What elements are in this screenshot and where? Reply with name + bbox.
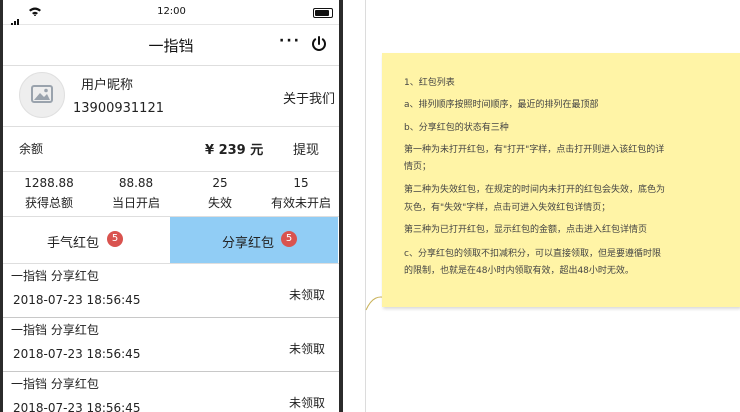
balance-label: 余额 bbox=[19, 142, 44, 156]
list-item[interactable]: 一指铛 分享红包 2018-07-23 18:56:45 未领取 bbox=[3, 264, 339, 318]
status-bar: 12:00 bbox=[0, 0, 343, 28]
list-item[interactable]: 一指铛 分享红包 2018-07-23 18:56:45 未领取 bbox=[3, 318, 339, 372]
count-badge: 5 bbox=[281, 231, 297, 247]
tab-label: 手气红包 bbox=[47, 236, 100, 251]
tab-lucky-packet[interactable]: 手气红包 5 bbox=[3, 217, 171, 263]
tab-share-packet[interactable]: 分享红包 5 bbox=[170, 217, 338, 263]
note-line: b、分享红包的状态有三种 bbox=[404, 123, 509, 133]
stats-row: 1288.88 获得总额 88.88 当日开启 25 失效 15 有效未开启 bbox=[3, 172, 339, 217]
profile-section: 用户昵称 13900931121 关于我们 bbox=[3, 66, 339, 127]
withdraw-button[interactable]: 提现 bbox=[293, 139, 319, 158]
item-title: 一指铛 分享红包 bbox=[11, 323, 99, 337]
user-phone: 13900931121 bbox=[73, 101, 164, 116]
status-time: 12:00 bbox=[157, 6, 186, 17]
power-icon[interactable] bbox=[310, 35, 328, 53]
balance-row: 余额 ¥ 239 元 提现 bbox=[3, 127, 339, 172]
item-time: 2018-07-23 18:56:45 bbox=[13, 401, 141, 412]
stat-value: 88.88 bbox=[118, 176, 154, 190]
stat-expired[interactable]: 25 失效 bbox=[180, 176, 260, 211]
avatar[interactable] bbox=[19, 72, 65, 118]
about-us-link[interactable]: 关于我们 bbox=[283, 88, 335, 107]
annotation-note[interactable]: 1、红包列表 a、排列顺序按照时间顺序，最近的排列在最顶部 b、分享红包的状态有… bbox=[382, 53, 740, 307]
stat-label: 有效未开启 bbox=[270, 196, 331, 210]
tab-bar: 手气红包 5 分享红包 5 bbox=[3, 217, 339, 264]
item-time: 2018-07-23 18:56:45 bbox=[13, 347, 141, 361]
item-status: 未领取 bbox=[289, 342, 326, 356]
list-item[interactable]: 一指铛 分享红包 2018-07-23 18:56:45 未领取 bbox=[3, 372, 339, 412]
stat-value: 1288.88 bbox=[24, 176, 74, 190]
phone-frame-right bbox=[339, 0, 343, 412]
note-line: 第一种为未打开红包，有"打开"字样，点击打开则进入该红包的详 bbox=[404, 145, 665, 155]
note-line: 情页； bbox=[404, 162, 432, 172]
stat-today[interactable]: 88.88 当日开启 bbox=[96, 176, 176, 211]
stat-total[interactable]: 1288.88 获得总额 bbox=[9, 176, 89, 211]
user-nickname: 用户昵称 bbox=[81, 78, 134, 93]
note-line: a、排列顺序按照时间顺序，最近的排列在最顶部 bbox=[404, 100, 599, 110]
item-title: 一指铛 分享红包 bbox=[11, 377, 99, 391]
note-line: 1、红包列表 bbox=[404, 78, 455, 88]
balance-value: ¥ 239 元 bbox=[205, 143, 264, 158]
stat-value: 25 bbox=[212, 176, 228, 190]
design-canvas: 1、红包列表 a、排列顺序按照时间顺序，最近的排列在最顶部 b、分享红包的状态有… bbox=[344, 0, 740, 412]
phone-frame-left bbox=[0, 0, 3, 412]
stat-label: 获得总额 bbox=[24, 196, 73, 210]
phone-mockup: 12:00 一指铛 ··· 用户昵称 13900931121 关于我们 余额 ¥… bbox=[0, 0, 344, 412]
item-status: 未领取 bbox=[289, 396, 326, 410]
count-badge: 5 bbox=[107, 231, 123, 247]
nav-bar: 一指铛 ··· bbox=[3, 25, 339, 66]
note-line: 第二种为失效红包，在规定的时间内未打开的红包会失效，底色为 bbox=[404, 185, 666, 195]
item-title: 一指铛 分享红包 bbox=[11, 269, 99, 283]
item-time: 2018-07-23 18:56:45 bbox=[13, 293, 141, 307]
image-placeholder-icon bbox=[31, 85, 53, 103]
battery-icon bbox=[313, 8, 333, 18]
note-line: c、分享红包的领取不扣减积分，可以直接领取，但是要遵循时限 bbox=[404, 249, 661, 259]
stat-label: 当日开启 bbox=[111, 196, 160, 210]
note-line: 灰色，有"失效"字样，点击可进入失效红包详情页； bbox=[404, 203, 611, 213]
stat-unopened[interactable]: 15 有效未开启 bbox=[261, 176, 341, 211]
more-menu-button[interactable]: ··· bbox=[279, 33, 301, 49]
tab-label: 分享红包 bbox=[222, 236, 275, 251]
canvas-divider bbox=[365, 0, 366, 412]
item-status: 未领取 bbox=[289, 288, 326, 302]
stat-value: 15 bbox=[293, 176, 309, 190]
stat-label: 失效 bbox=[207, 196, 232, 210]
note-line: 第三种为已打开红包，显示红包的金额，点击进入红包详情页 bbox=[404, 225, 648, 235]
note-line: 的限制，也就是在48小时内领取有效，超出48小时无效。 bbox=[404, 266, 634, 276]
